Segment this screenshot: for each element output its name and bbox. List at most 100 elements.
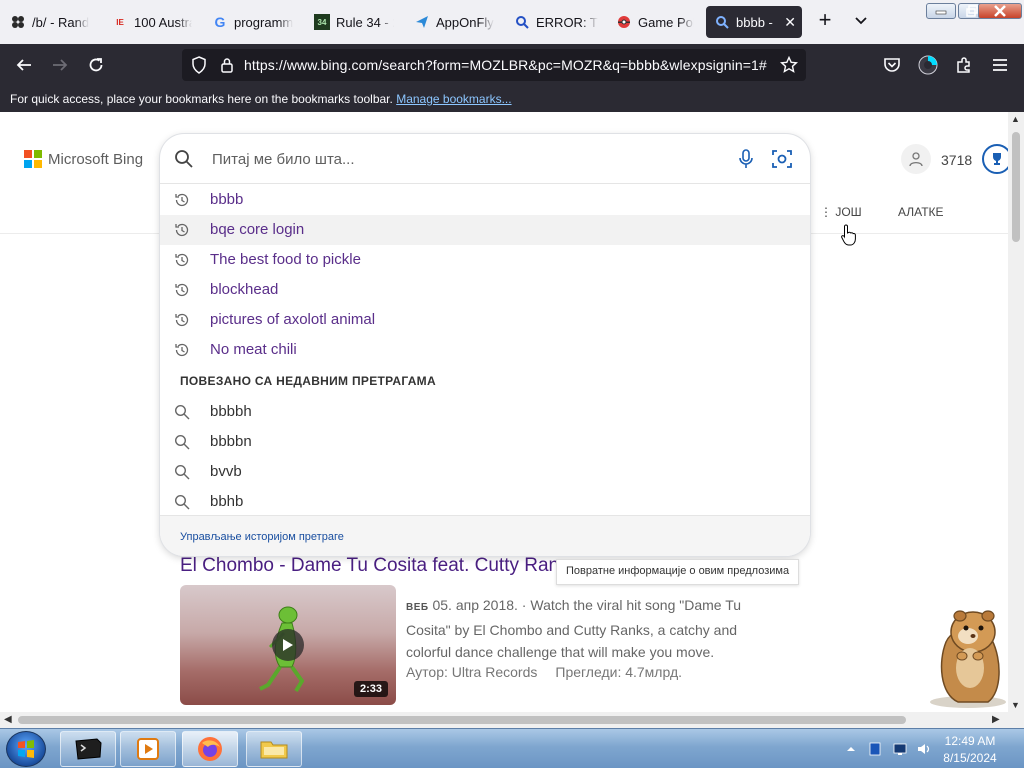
address-bar[interactable]: https://www.bing.com/search?form=MOZLBR&… [182, 49, 806, 81]
manage-bookmarks-link[interactable]: Manage bookmarks... [396, 92, 511, 106]
minimize-window-button[interactable] [926, 3, 956, 19]
r34-icon: 34 [314, 14, 330, 30]
back-button[interactable] [13, 54, 35, 76]
4chan-clover-icon [10, 14, 26, 30]
related-suggestion[interactable]: bbbbh [160, 397, 810, 427]
firefox-icon [198, 737, 222, 761]
url-text[interactable]: https://www.bing.com/search?form=MOZLBR&… [244, 57, 767, 73]
history-suggestion[interactable]: blockhead [160, 275, 810, 305]
tab-title: Rule 34 - 2 [336, 14, 394, 30]
related-suggestion[interactable]: bbbbn [160, 427, 810, 457]
suggestion-footer: Управљање историјом претраге [160, 515, 810, 556]
bookmark-star-icon[interactable] [778, 54, 800, 76]
horizontal-scroll-thumb[interactable] [18, 716, 906, 724]
suggestion-label: The best food to pickle [210, 251, 361, 268]
page-content: Microsoft Bing ⋮ ЈОШ АЛАТКЕ 3718 El Chom… [0, 112, 1008, 712]
result-title-link[interactable]: El Chombo - Dame Tu Cosita feat. Cutty R… [180, 555, 556, 577]
taskbar-clock-time[interactable]: 12:49 AM [920, 734, 1020, 748]
result-snippet: ВЕБ 05. апр 2018. · Watch the viral hit … [406, 597, 742, 660]
show-hidden-icons-arrow[interactable] [846, 742, 860, 756]
tab-error[interactable]: ERROR: Th [506, 6, 606, 38]
rewards-trophy-icon[interactable] [982, 144, 1008, 174]
tab-4chan[interactable]: /b/ - Rand [2, 6, 102, 38]
taskbar-media-player[interactable] [120, 731, 176, 767]
taskbar-clock-date[interactable]: 8/15/2024 [920, 751, 1020, 765]
related-searches-heading: ПОВЕЗАНО СА НЕДАВНИМ ПРЕТРАГАМА [180, 374, 436, 388]
user-avatar-icon[interactable] [901, 144, 931, 174]
scrollbar-corner [1008, 712, 1024, 728]
file-explorer-icon [260, 741, 288, 759]
visual-search-icon[interactable] [771, 148, 793, 175]
vertical-scroll-thumb[interactable] [1012, 132, 1020, 242]
lock-icon[interactable] [216, 54, 238, 76]
scroll-down-arrow-icon[interactable]: ▼ [1011, 700, 1020, 710]
vertical-scrollbar[interactable]: ▲ ▼ [1008, 112, 1024, 712]
search-magnifier-icon [514, 14, 530, 30]
tab-apponfly[interactable]: AppOnFly [406, 6, 504, 38]
scroll-right-arrow-icon[interactable]: ▶ [992, 714, 1000, 725]
more-dots-icon: ⋮ [820, 205, 832, 219]
navigation-toolbar: https://www.bing.com/search?form=MOZLBR&… [0, 44, 1024, 86]
history-clock-icon [175, 223, 189, 237]
history-suggestion-highlighted[interactable]: bqe core login [160, 215, 810, 245]
firefox-account-icon[interactable] [917, 54, 939, 76]
history-clock-icon [175, 313, 189, 327]
apponfly-icon [414, 14, 430, 30]
taskbar-firefox[interactable] [182, 731, 238, 767]
tab-title: ERROR: Th [536, 14, 598, 30]
start-button[interactable] [6, 731, 46, 767]
bing-logo[interactable]: Microsoft Bing [24, 150, 143, 168]
close-tab-icon[interactable]: ✕ [784, 14, 796, 31]
tracking-protection-shield-icon[interactable] [188, 54, 210, 76]
tray-app-icon[interactable] [868, 742, 882, 756]
forward-button[interactable] [49, 54, 71, 76]
result-author: Аутор: Ultra Records [406, 664, 538, 680]
scope-more-menu[interactable]: ⋮ ЈОШ [820, 205, 862, 219]
pocket-icon[interactable] [881, 54, 903, 76]
scroll-left-arrow-icon[interactable]: ◀ [4, 714, 12, 725]
rewards-points[interactable]: 3718 [941, 152, 972, 168]
scroll-up-arrow-icon[interactable]: ▲ [1011, 114, 1020, 124]
manage-search-history-link[interactable]: Управљање историјом претраге [180, 531, 344, 543]
search-suggestion-flyout: bbbb bqe core login The best food to pic… [160, 134, 810, 556]
video-thumbnail[interactable]: 2:33 [180, 585, 396, 705]
list-all-tabs-icon[interactable] [854, 10, 874, 32]
play-icon[interactable] [272, 629, 304, 661]
history-suggestion[interactable]: The best food to pickle [160, 245, 810, 275]
tab-game[interactable]: Game Pok [608, 6, 702, 38]
tab-ielts[interactable]: IE 100 Austra [104, 6, 200, 38]
related-suggestion[interactable]: bvvb [160, 457, 810, 487]
extensions-puzzle-icon[interactable] [953, 54, 975, 76]
history-clock-icon [175, 253, 189, 267]
suggestion-label: pictures of axolotl animal [210, 311, 376, 328]
microphone-icon[interactable] [738, 149, 754, 174]
new-tab-button[interactable]: + [812, 8, 838, 34]
search-input[interactable] [212, 146, 732, 172]
history-clock-icon [175, 193, 189, 207]
app-menu-hamburger-icon[interactable] [989, 54, 1011, 76]
tray-display-icon[interactable] [893, 742, 907, 756]
tab-bing-active[interactable]: bbbb - ✕ [706, 6, 802, 38]
history-suggestion[interactable]: No meat chili [160, 335, 810, 365]
taskbar-terminal[interactable] [60, 731, 116, 767]
suggestion-label: bbbb [210, 191, 244, 208]
horizontal-scrollbar[interactable]: ◀ ▶ [0, 712, 1008, 728]
scope-tools-menu[interactable]: АЛАТКЕ [898, 205, 944, 219]
related-suggestion[interactable]: bbhb [160, 487, 810, 517]
tab-r34[interactable]: 34 Rule 34 - 2 [306, 6, 402, 38]
history-suggestion[interactable]: bbbb [160, 185, 810, 215]
close-window-button[interactable] [978, 3, 1022, 19]
suggestion-label: bqe core login [210, 221, 305, 238]
search-icon[interactable] [174, 149, 194, 174]
taskbar-file-explorer[interactable] [246, 731, 302, 767]
feedback-tooltip[interactable]: Повратне информације о овим предлозима [556, 559, 800, 585]
result-date: 05. апр 2018. [432, 597, 518, 613]
reload-button[interactable] [85, 54, 107, 76]
tab-title: bbbb - [736, 14, 773, 30]
history-clock-icon [175, 283, 189, 297]
google-g-icon: G [214, 14, 226, 30]
suggestion-label: bbbbh [210, 403, 252, 420]
tab-google[interactable]: G programm [204, 6, 304, 38]
tab-title: programm [234, 14, 294, 30]
history-suggestion[interactable]: pictures of axolotl animal [160, 305, 810, 335]
